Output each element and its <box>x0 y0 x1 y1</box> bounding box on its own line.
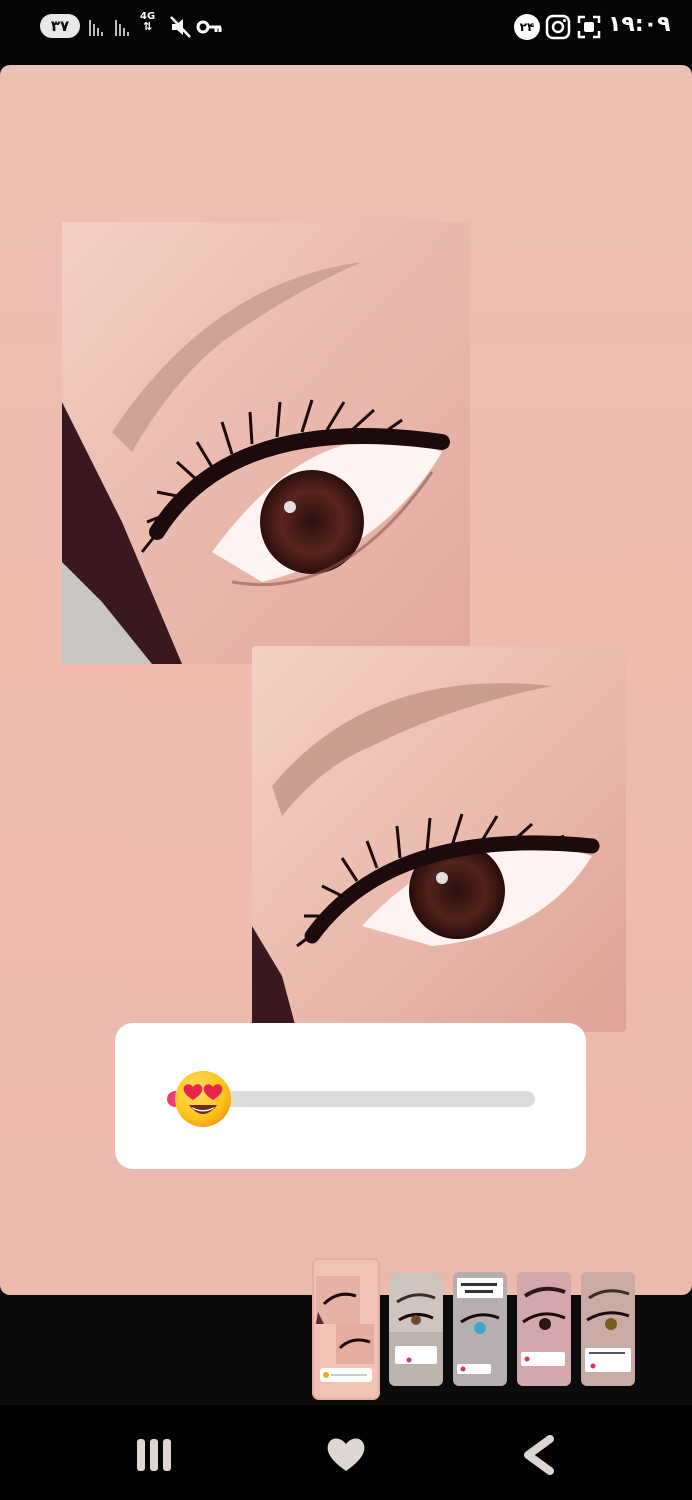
instagram-icon <box>545 14 571 40</box>
story-thumb-2[interactable] <box>389 1272 443 1386</box>
eyelash-photo-1 <box>62 222 470 664</box>
story-thumb-3-image <box>453 1272 507 1386</box>
phone-screen: ۳۷ 4G ⇅ ۲۴ ۱۹:۰۹ <box>0 0 692 1500</box>
clock: ۱۹:۰۹ <box>608 12 671 37</box>
system-navigation-bar <box>0 1405 692 1500</box>
story-thumb-4-image <box>517 1272 571 1386</box>
story-thumb-1[interactable] <box>312 1258 380 1400</box>
signal-icon <box>115 20 129 36</box>
story-thumb-5[interactable] <box>581 1272 635 1386</box>
vpn-key-icon <box>196 20 222 34</box>
story-card[interactable] <box>0 65 692 1295</box>
story-thumb-4[interactable] <box>517 1272 571 1386</box>
eyelash-photo-2 <box>252 646 626 1032</box>
notification-count-badge: ۲۴ <box>514 14 540 40</box>
story-thumb-5-image <box>581 1272 635 1386</box>
signal-icon <box>89 20 103 36</box>
status-bar: ۳۷ 4G ⇅ ۲۴ ۱۹:۰۹ <box>0 0 692 60</box>
story-thumb-2-image <box>389 1272 443 1386</box>
recents-icon[interactable] <box>132 1433 176 1477</box>
battery-indicator: ۳۷ <box>40 14 80 38</box>
network-type: 4G ⇅ <box>140 11 156 33</box>
heart-home-icon[interactable] <box>324 1433 368 1477</box>
story-thumb-1-image <box>314 1260 378 1398</box>
eyelash-photo-2-image <box>252 646 626 1032</box>
back-icon[interactable] <box>516 1433 560 1477</box>
emoji-slider-sticker[interactable] <box>115 1023 586 1169</box>
screenshot-icon <box>577 15 601 39</box>
heart-eyes-emoji-icon[interactable] <box>173 1069 233 1129</box>
eyelash-photo-1-image <box>62 222 470 664</box>
mute-icon <box>170 16 191 38</box>
story-thumb-3[interactable] <box>453 1272 507 1386</box>
